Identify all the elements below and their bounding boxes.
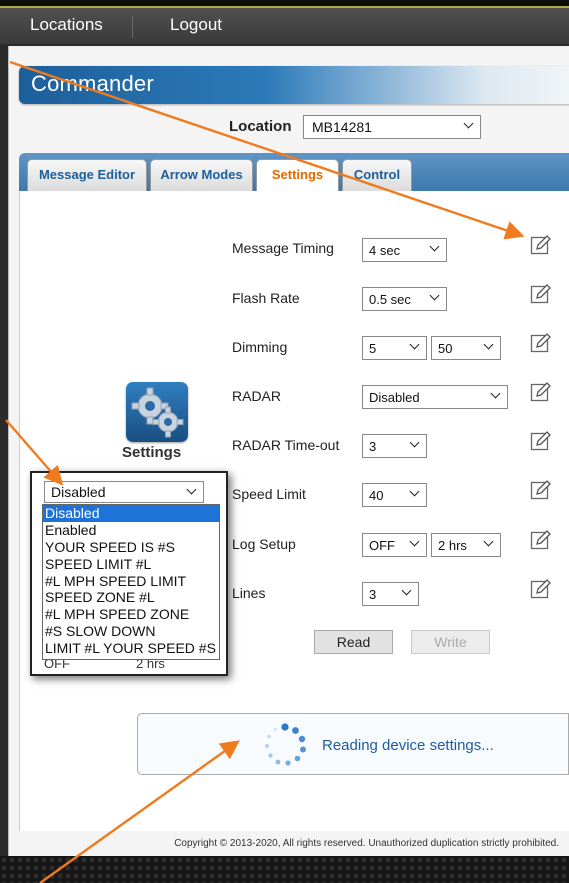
radar-timeout-select[interactable]: 3 [362, 434, 427, 458]
tab-control[interactable]: Control [342, 159, 412, 191]
pencil-edit-icon[interactable] [530, 479, 552, 501]
radar-option-mph-speed-zone[interactable]: #L MPH SPEED ZONE [43, 606, 219, 623]
chevron-down-icon [409, 486, 420, 497]
chevron-down-icon [186, 484, 197, 495]
location-label: Location [229, 118, 292, 135]
radar-timeout-value: 3 [369, 439, 377, 454]
app-title: Commander [31, 71, 154, 96]
chevron-down-icon [409, 536, 420, 547]
chevron-down-icon [409, 339, 420, 350]
chevron-down-icon [490, 388, 501, 399]
radar-value: Disabled [369, 390, 420, 405]
chevron-down-icon [483, 339, 494, 350]
dimming-min-value: 5 [369, 341, 377, 356]
footer-copyright: Copyright © 2013-2020, All rights reserv… [174, 838, 559, 849]
radar-select[interactable]: Disabled [362, 385, 508, 409]
read-button[interactable]: Read [314, 630, 393, 654]
dimming-max-value: 50 [438, 341, 453, 356]
chevron-down-icon [401, 585, 412, 596]
radar-timeout-label: RADAR Time-out [232, 437, 340, 453]
app-window: Locations Logout Commander Location MB14… [0, 0, 569, 883]
chevron-down-icon [463, 118, 474, 129]
lines-select[interactable]: 3 [362, 582, 419, 606]
pencil-edit-icon[interactable] [530, 381, 552, 403]
log-setup-interval-select[interactable]: 2 hrs [431, 533, 501, 557]
dimming-min-select[interactable]: 5 [362, 336, 427, 360]
tab-message-editor[interactable]: Message Editor [27, 159, 147, 191]
status-box: Reading device settings... [137, 713, 569, 775]
pencil-edit-icon[interactable] [530, 283, 552, 305]
message-timing-select[interactable]: 4 sec [362, 238, 447, 262]
speed-limit-label: Speed Limit [232, 486, 306, 502]
flash-rate-label: Flash Rate [232, 290, 300, 306]
log-setup-label: Log Setup [232, 536, 296, 552]
location-select[interactable]: MB14281 [303, 115, 481, 139]
chevron-down-icon [429, 241, 440, 252]
message-timing-label: Message Timing [232, 240, 334, 256]
chevron-down-icon [483, 536, 494, 547]
bottom-stripe [0, 856, 569, 883]
flash-rate-select[interactable]: 0.5 sec [362, 287, 447, 311]
flash-rate-value: 0.5 sec [369, 292, 411, 307]
log-setup-mode-select[interactable]: OFF [362, 533, 427, 557]
radar-option-disabled[interactable]: Disabled [43, 505, 219, 522]
dimming-max-select[interactable]: 50 [431, 336, 501, 360]
settings-caption: Settings [122, 444, 182, 461]
radar-dropdown-value: Disabled [51, 484, 106, 500]
lines-value: 3 [369, 587, 377, 602]
pencil-edit-icon[interactable] [530, 234, 552, 256]
dimming-label: Dimming [232, 339, 288, 355]
radar-option-speed-limit[interactable]: SPEED LIMIT #L [43, 556, 219, 573]
speed-limit-select[interactable]: 40 [362, 483, 427, 507]
log-setup-mode-value: OFF [369, 538, 395, 553]
radar-dropdown-callout: OFF 2 hrs Disabled Disabled Enabled YOUR… [30, 471, 228, 676]
radar-option-enabled[interactable]: Enabled [43, 522, 219, 539]
app-header: Commander [19, 66, 569, 104]
write-button[interactable]: Write [411, 630, 490, 654]
radar-label: RADAR [232, 388, 282, 404]
radar-option-limit-your-speed[interactable]: LIMIT #L YOUR SPEED #S [43, 640, 219, 657]
radar-option-your-speed[interactable]: YOUR SPEED IS #S [43, 539, 219, 556]
message-timing-value: 4 sec [369, 243, 401, 258]
top-nav: Locations Logout [0, 6, 569, 44]
chevron-down-icon [429, 290, 440, 301]
tab-bar: Message Editor Arrow Modes Settings Cont… [19, 153, 569, 192]
radar-option-slow-down[interactable]: #S SLOW DOWN [43, 623, 219, 640]
radar-dropdown-select[interactable]: Disabled [44, 481, 204, 503]
log-setup-interval-value: 2 hrs [438, 538, 467, 553]
tab-arrow-modes[interactable]: Arrow Modes [150, 159, 253, 191]
speed-limit-value: 40 [369, 488, 384, 503]
status-text: Reading device settings... [322, 737, 494, 754]
radar-option-mph-speed-limit[interactable]: #L MPH SPEED LIMIT [43, 573, 219, 590]
location-value: MB14281 [312, 119, 372, 135]
pencil-edit-icon[interactable] [530, 430, 552, 452]
nav-divider [132, 16, 133, 38]
nav-locations[interactable]: Locations [30, 8, 103, 44]
tab-settings[interactable]: Settings [256, 159, 339, 192]
chevron-down-icon [409, 437, 420, 448]
settings-gears-icon [126, 382, 188, 442]
radar-dropdown-list: Disabled Enabled YOUR SPEED IS #S SPEED … [42, 504, 220, 660]
lines-label: Lines [232, 585, 266, 601]
radar-option-speed-zone[interactable]: SPEED ZONE #L [43, 589, 219, 606]
nav-logout[interactable]: Logout [170, 8, 222, 44]
pencil-edit-icon[interactable] [530, 332, 552, 354]
pencil-edit-icon[interactable] [530, 529, 552, 551]
pencil-edit-icon[interactable] [530, 578, 552, 600]
loading-spinner-icon [265, 723, 306, 766]
